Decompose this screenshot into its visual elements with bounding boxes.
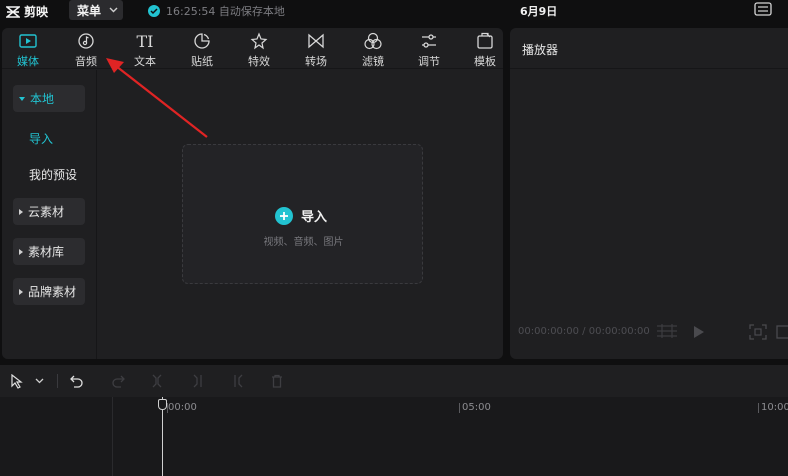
sidebar-item-cloud-label: 云素材	[28, 205, 65, 219]
tab-media-label: 媒体	[17, 55, 39, 68]
caret-right-icon	[19, 288, 23, 295]
app-logo: 剪映	[6, 3, 48, 20]
plus-icon	[275, 206, 293, 225]
select-tool-dropdown[interactable]	[35, 373, 44, 389]
template-icon	[476, 31, 494, 51]
timeline-area[interactable]: 00:00 05:00 10:00	[0, 397, 788, 476]
tab-effects-label: 特效	[248, 55, 270, 68]
autosave-text: 16:25:54 自动保存本地	[166, 5, 285, 18]
asset-toolbar: 媒体 音频 TI 文本 贴纸 特效 转场 滤镜 调节 模板	[2, 28, 503, 69]
sidebar-item-presets[interactable]: 我的预设	[29, 166, 77, 183]
play-icon[interactable]	[693, 325, 705, 342]
menu-label: 菜单	[77, 3, 102, 18]
sidebar-item-local-label: 本地	[30, 92, 55, 106]
sidebar-item-import[interactable]: 导入	[29, 130, 53, 147]
playhead-handle[interactable]	[158, 399, 167, 410]
adjust-icon	[420, 31, 438, 51]
trim-right-button[interactable]	[231, 373, 245, 389]
toolbar-divider	[57, 374, 58, 388]
sidebar-item-local[interactable]: 本地	[13, 85, 85, 112]
player-header: 播放器	[510, 28, 788, 69]
delete-button[interactable]	[270, 373, 284, 389]
select-tool[interactable]	[11, 373, 23, 389]
tab-text[interactable]: TI 文本	[125, 31, 165, 69]
tab-text-label: 文本	[134, 55, 156, 68]
tab-adjust[interactable]: 调节	[409, 31, 449, 69]
ratio-icon[interactable]	[776, 324, 788, 343]
chevron-down-icon	[35, 378, 44, 384]
media-icon	[18, 31, 38, 51]
tab-filter-label: 滤镜	[362, 55, 384, 68]
sidebar-item-brand[interactable]: 品牌素材	[13, 278, 85, 305]
track-header-area	[0, 397, 113, 476]
audio-icon	[77, 31, 95, 51]
transition-icon	[307, 31, 325, 51]
tab-adjust-label: 调节	[418, 55, 440, 68]
ruler-tick	[459, 403, 460, 413]
trash-icon	[272, 374, 282, 388]
trim-right-icon	[234, 374, 243, 388]
menu-button[interactable]: 菜单	[69, 0, 123, 20]
sidebar-item-brand-label: 品牌素材	[28, 285, 77, 299]
player-title: 播放器	[522, 43, 559, 57]
capcut-logo-icon	[6, 5, 20, 18]
timeline-grid-icon[interactable]	[656, 324, 678, 341]
ruler-label: 10:00	[761, 402, 788, 413]
tab-template-label: 模板	[474, 55, 496, 68]
caret-down-icon	[19, 96, 25, 101]
tab-media[interactable]: 媒体	[8, 31, 48, 69]
text-icon: TI	[136, 31, 154, 51]
ruler-label: 00:00	[168, 402, 197, 413]
split-icon	[152, 374, 162, 388]
tab-filter[interactable]: 滤镜	[353, 31, 393, 69]
split-button[interactable]	[150, 373, 164, 389]
sticker-icon	[193, 31, 211, 51]
import-button[interactable]: 导入	[275, 206, 327, 225]
tab-transition-label: 转场	[305, 55, 327, 68]
ruler-tick	[758, 403, 759, 413]
keyboard-shortcuts-icon[interactable]	[754, 2, 772, 19]
tab-audio[interactable]: 音频	[66, 31, 106, 69]
autosave-status: 16:25:54 自动保存本地	[148, 3, 285, 19]
undo-button[interactable]	[70, 373, 84, 389]
trim-left-icon	[193, 374, 202, 388]
media-content: 导入 视频、音频、图片	[98, 70, 503, 359]
tab-sticker[interactable]: 贴纸	[182, 31, 222, 69]
import-hint: 视频、音频、图片	[263, 237, 344, 248]
project-date: 6月9日	[520, 5, 558, 18]
cursor-icon	[11, 373, 23, 389]
caret-right-icon	[19, 248, 23, 255]
media-panel: 媒体 音频 TI 文本 贴纸 特效 转场 滤镜 调节 模板 本地 导入 我的预设…	[2, 28, 503, 359]
redo-button[interactable]	[111, 373, 125, 389]
sidebar-item-cloud[interactable]: 云素材	[13, 198, 85, 225]
tab-template[interactable]: 模板	[465, 31, 503, 69]
timeline-toolbar	[0, 365, 788, 397]
import-dropzone[interactable]: 导入 视频、音频、图片	[182, 144, 423, 284]
check-circle-icon	[148, 5, 160, 17]
tab-audio-label: 音频	[75, 55, 97, 68]
ruler-label: 05:00	[462, 402, 491, 413]
trim-left-button[interactable]	[191, 373, 205, 389]
undo-icon	[70, 375, 83, 388]
import-label: 导入	[301, 210, 328, 225]
title-bar: 剪映 菜单 16:25:54 自动保存本地 6月9日	[0, 0, 788, 22]
tab-sticker-label: 贴纸	[191, 55, 213, 68]
tab-transition[interactable]: 转场	[296, 31, 336, 69]
media-sidebar: 本地 导入 我的预设 云素材 素材库 品牌素材	[2, 70, 97, 359]
player-panel: 播放器 00:00:00:00 / 00:00:00:00	[510, 28, 788, 359]
sidebar-item-library-label: 素材库	[28, 245, 65, 259]
fullscreen-icon[interactable]	[749, 324, 767, 343]
caret-right-icon	[19, 208, 23, 215]
sidebar-item-library[interactable]: 素材库	[13, 238, 85, 265]
effects-icon	[250, 31, 268, 51]
chevron-down-icon	[109, 7, 118, 13]
redo-icon	[112, 375, 125, 388]
app-name: 剪映	[24, 5, 49, 19]
player-timecode: 00:00:00:00 / 00:00:00:00	[518, 326, 650, 337]
filter-icon	[363, 31, 383, 51]
tab-effects[interactable]: 特效	[239, 31, 279, 69]
